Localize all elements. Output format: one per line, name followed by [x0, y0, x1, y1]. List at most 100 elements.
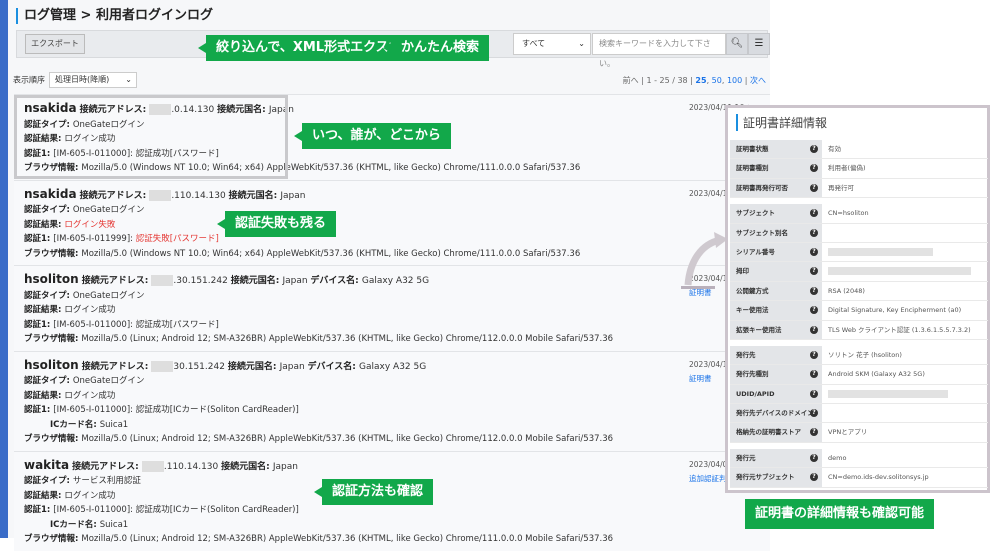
- cert-field-label: サブジェクト別名: [736, 228, 788, 237]
- cert-field-key: サブジェクト?: [730, 204, 822, 223]
- cert-field-key: 発行元サブジェクト?: [730, 468, 822, 487]
- search-button[interactable]: 🔍︎: [726, 33, 748, 55]
- cert-field-label: 拇印: [736, 267, 749, 276]
- prev-link[interactable]: 前へ: [623, 76, 639, 85]
- log-entry: hsoliton 接続元アドレス: 30.151.242 接続元国名: Japan…: [14, 350, 770, 451]
- auth1-label: 認証1:: [24, 234, 54, 244]
- cert-field-cell: TLS Web クライアント認証 (1.3.6.1.5.5.7.3.2): [822, 321, 988, 339]
- cert-field-key: 発行元?: [730, 448, 822, 468]
- sort-row: 表示順序 処理日時(降順) ⌄: [13, 72, 137, 88]
- help-icon[interactable]: ?: [810, 267, 818, 276]
- country-label: 接続元国名:: [227, 361, 280, 372]
- callout-method: 認証方法も確認: [313, 479, 434, 505]
- cert-field-cell: 有効: [822, 140, 988, 158]
- cert-field-value: 利用者(偏偽): [828, 164, 866, 173]
- redacted-block: [828, 389, 948, 398]
- page-size-100[interactable]: 100: [727, 76, 742, 85]
- advanced-search-button[interactable]: ☰: [748, 33, 770, 55]
- highlight-box: [14, 95, 288, 179]
- callout-fail: 認証失敗も残る: [216, 211, 337, 237]
- help-icon[interactable]: ?: [810, 453, 818, 462]
- cert-field-value: ソリトン 花子 (hsoliton): [828, 350, 902, 359]
- help-icon[interactable]: ?: [810, 145, 818, 153]
- left-accent-bar: [0, 0, 8, 538]
- auth1-label: 認証1:: [24, 319, 54, 330]
- certificate-table: 証明書状態? 有効 証明書種別? 利用者(偏偽) 証明書再発行可否? 再発行可 サブジェクト…: [730, 140, 988, 488]
- page-size-50[interactable]: 50: [712, 76, 722, 85]
- cert-field-value: TLS Web クライアント認証 (1.3.6.1.5.5.7.3.2): [828, 325, 971, 334]
- auth-type-label: 認証タイプ:: [24, 290, 73, 301]
- filter-select[interactable]: すべて ⌄: [513, 33, 591, 55]
- cert-field-value: Android SKM (Galaxy A32 5G): [828, 370, 925, 379]
- cert-field-row: 発行先デバイスのドメイン?: [730, 404, 988, 424]
- cert-field-value: 再発行可: [828, 183, 854, 192]
- cert-field-cell: [822, 224, 988, 242]
- address-label: 接続元アドレス:: [79, 190, 150, 201]
- auth1-label: 認証1:: [24, 405, 54, 415]
- next-link[interactable]: 次へ: [750, 76, 766, 85]
- redacted-block: [828, 247, 933, 256]
- cert-field-row: 拇印?: [730, 262, 988, 282]
- auth1-code: [IM-605-I-011000]:: [53, 405, 136, 415]
- log-entry: nsakida 接続元アドレス: .110.14.130 接続元国名: Japan…: [14, 179, 770, 265]
- help-icon[interactable]: ?: [810, 247, 818, 256]
- auth-result-value: ログイン失敗: [64, 219, 116, 230]
- redacted-block: [151, 360, 174, 372]
- browser-value: Mozilla/5.0 (Linux; Android 12; SM-A326B…: [81, 334, 614, 344]
- help-icon[interactable]: ?: [810, 183, 818, 192]
- redacted-block: [151, 275, 174, 286]
- cert-field-cell: VPNとアプリ: [822, 423, 988, 441]
- redacted-block: [149, 189, 172, 201]
- help-icon[interactable]: ?: [810, 350, 818, 359]
- cert-field-value: demo: [828, 453, 847, 462]
- help-icon[interactable]: ?: [810, 228, 818, 237]
- cert-field-key: 発行先種別?: [730, 365, 822, 384]
- help-icon[interactable]: ?: [810, 209, 818, 218]
- auth-result-label: 認証結果:: [24, 390, 65, 401]
- cert-field-cell: CN=hsoliton: [822, 204, 988, 222]
- help-icon[interactable]: ?: [810, 325, 818, 334]
- user-name: hsoliton: [24, 357, 79, 372]
- cert-field-cell: 再発行可: [822, 179, 988, 197]
- address-label: 接続元アドレス:: [81, 361, 152, 372]
- cert-field-row: UDID/APID?: [730, 384, 988, 405]
- card-label: ICカード名:: [50, 519, 100, 530]
- cert-field-cell: CN=demo.ids-dev.solitonsys.jp: [822, 468, 988, 486]
- country-value: Japan: [272, 461, 298, 472]
- browser-label: ブラウザ情報:: [24, 534, 82, 544]
- cert-field-row: サブジェクト別名?: [730, 223, 988, 243]
- user-name: wakita: [24, 457, 70, 472]
- sort-select[interactable]: 処理日時(降順) ⌄: [49, 72, 137, 88]
- chevron-down-icon: ⌄: [578, 39, 585, 48]
- cert-field-key: 拇印?: [730, 262, 822, 281]
- country-value: Japan: [279, 361, 305, 372]
- cert-field-label: 発行元: [736, 453, 756, 462]
- browser-label: ブラウザ情報:: [24, 434, 82, 444]
- cert-field-key: 公開鍵方式?: [730, 281, 822, 301]
- cert-field-key: UDID/APID?: [730, 384, 822, 404]
- auth1-message: 認証成功[パスワード]: [135, 319, 219, 330]
- search-input[interactable]: 検索キーワードを入力して下さい。: [592, 33, 726, 68]
- cert-field-label: 格納先の証明書ストア: [736, 428, 801, 437]
- page-size-25[interactable]: 25: [695, 76, 706, 85]
- cert-field-row: シリアル番号?: [730, 242, 988, 263]
- cert-field-label: 発行元サブジェクト: [736, 473, 795, 482]
- log-entry: hsoliton 接続元アドレス: .30.151.242 接続元国名: Japa…: [14, 265, 770, 351]
- help-icon[interactable]: ?: [810, 286, 818, 295]
- page-title: ログ管理 > 利用者ログインログ: [16, 8, 213, 24]
- browser-value: Mozilla/5.0 (Windows NT 10.0; Win64; x64…: [81, 248, 581, 259]
- cert-field-value: CN=demo.ids-dev.solitonsys.jp: [828, 473, 929, 482]
- callout-search: かんたん検索: [382, 35, 490, 61]
- help-icon[interactable]: ?: [810, 409, 818, 418]
- help-icon[interactable]: ?: [810, 370, 818, 379]
- cert-field-label: UDID/APID: [736, 389, 775, 398]
- help-icon[interactable]: ?: [810, 473, 818, 482]
- help-icon[interactable]: ?: [810, 428, 818, 437]
- country-label: 接続元国名:: [221, 461, 273, 472]
- help-icon[interactable]: ?: [810, 164, 818, 173]
- help-icon[interactable]: ?: [810, 389, 818, 398]
- help-icon[interactable]: ?: [810, 306, 818, 315]
- export-button[interactable]: エクスポート: [25, 34, 85, 54]
- certificate-detail-panel: 証明書詳細情報 証明書状態? 有効 証明書種別? 利用者(偏偽) 証明書再発行可否? 再発…: [725, 105, 990, 493]
- cert-field-row: サブジェクト? CN=hsoliton: [730, 204, 988, 224]
